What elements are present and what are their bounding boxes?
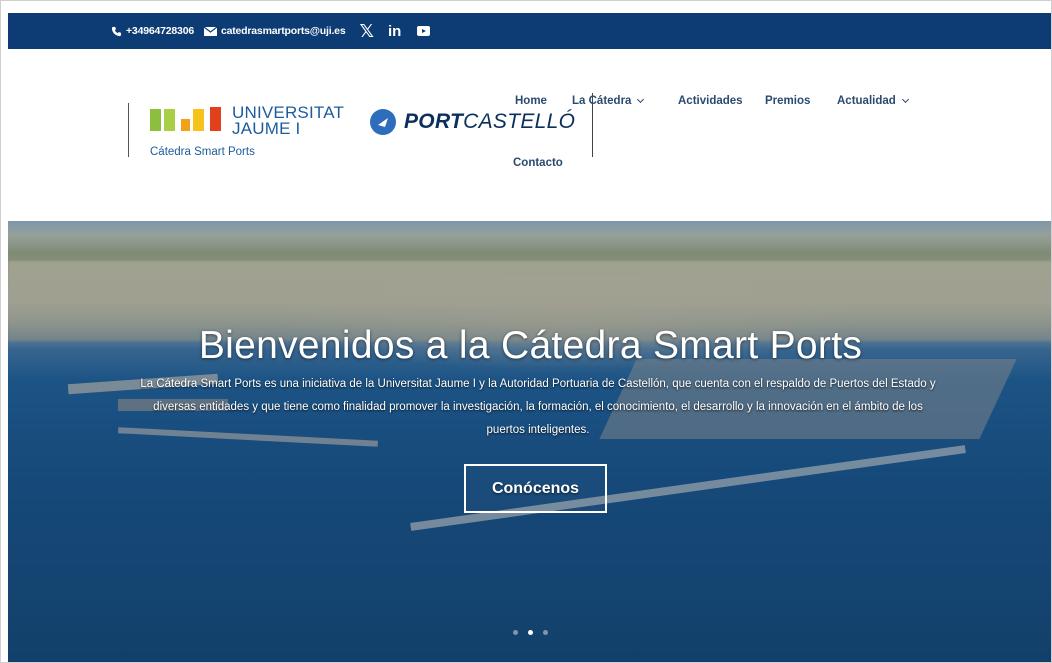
youtube-icon[interactable] (417, 26, 431, 36)
uji-mark-i (210, 107, 221, 131)
nav-home[interactable]: Home (515, 95, 547, 107)
hero-title: Bienvenidos a la Cátedra Smart Ports (198, 324, 863, 367)
uji-mark-u-left (150, 109, 161, 131)
phone-icon (111, 26, 122, 37)
hero-overlay (8, 221, 1051, 662)
linkedin-icon[interactable]: in (388, 23, 401, 40)
nav-actualidad[interactable]: Actualidad (837, 95, 909, 107)
logo-divider (128, 103, 129, 157)
uji-mark-j-stem (193, 109, 204, 131)
nav-la-catedra[interactable]: La Cátedra (572, 95, 645, 107)
port-rest: CASTELLÓ (463, 110, 576, 133)
portcastello-wordmark: PORTCASTELLÓ (404, 110, 575, 134)
hero-description: La Cátedra Smart Ports es una iniciativa… (140, 378, 936, 436)
top-contact-bar: +34964728306 catedrasmartports@uji.es 𝕏 … (8, 13, 1051, 49)
email-address: catedrasmartports@uji.es (220, 25, 346, 37)
nav-contacto-label: Contacto (513, 157, 563, 169)
slider-dot-2[interactable] (528, 630, 533, 635)
nav-la-catedra-label: La Cátedra (572, 95, 632, 107)
phone-contact[interactable]: +34964728306 (111, 25, 194, 37)
catedra-subtitle: Cátedra Smart Ports (150, 146, 255, 158)
conocenos-button[interactable]: Conócenos (464, 464, 607, 513)
site-header: UNIVERSITAT JAUME I Cátedra Smart Ports … (8, 49, 1051, 221)
portcastello-logo[interactable]: PORTCASTELLÓ (370, 109, 575, 135)
browser-viewport: +34964728306 catedrasmartports@uji.es 𝕏 … (0, 0, 1052, 663)
nav-premios-label: Premios (765, 95, 811, 107)
nav-actividades-label: Actividades (678, 95, 743, 107)
hero-slider: Bienvenidos a la Cátedra Smart Ports La … (8, 221, 1051, 662)
uji-wordmark: UNIVERSITAT JAUME I (232, 104, 344, 138)
port-bold: PORT (404, 110, 464, 133)
nav-actividades[interactable]: Actividades (678, 95, 743, 107)
envelope-icon (203, 26, 217, 36)
phone-number: +34964728306 (126, 25, 194, 37)
slider-pagination (8, 630, 1051, 635)
uji-wordmark-line2: JAUME I (232, 119, 301, 138)
nav-actualidad-label: Actualidad (837, 95, 896, 107)
uji-mark-j-hook (181, 119, 190, 131)
nav-premios[interactable]: Premios (765, 95, 810, 107)
nav-contacto[interactable]: Contacto (513, 157, 563, 169)
nav-home-label: Home (515, 95, 547, 107)
uji-logo[interactable] (150, 107, 221, 131)
chevron-down-icon (901, 95, 909, 104)
email-contact[interactable]: catedrasmartports@uji.es (203, 25, 346, 37)
uji-mark-u-right (164, 109, 175, 131)
chevron-down-icon (637, 95, 645, 104)
port-emblem-icon (370, 109, 396, 135)
slider-dot-1[interactable] (513, 630, 518, 635)
slider-dot-3[interactable] (543, 630, 548, 635)
x-icon[interactable]: 𝕏 (359, 21, 374, 42)
